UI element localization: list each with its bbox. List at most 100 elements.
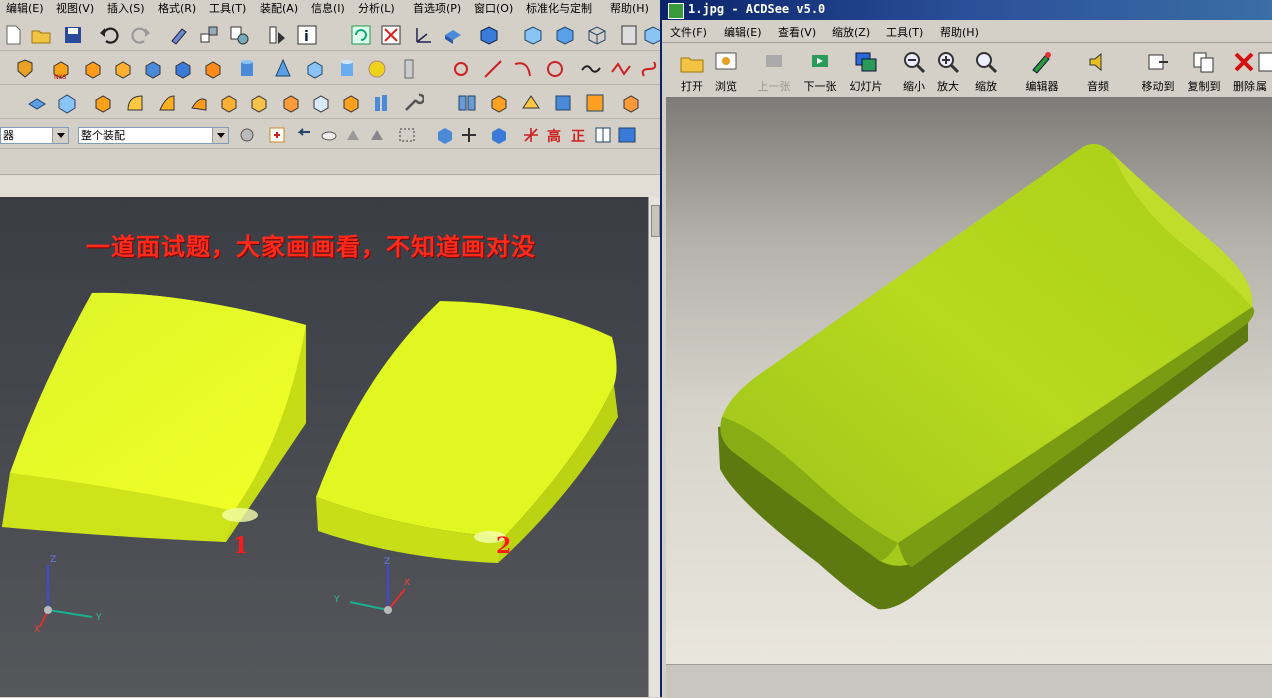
menu-assembly[interactable]: 装配(A) <box>260 0 298 16</box>
undo-icon[interactable] <box>98 24 120 46</box>
arc-icon[interactable] <box>512 58 534 80</box>
view-more-icon[interactable] <box>642 24 660 46</box>
menu-file[interactable]: 文件(F) <box>670 24 707 40</box>
chevron-down-icon[interactable] <box>52 128 68 143</box>
menu-help[interactable]: 帮助(H) <box>610 0 649 16</box>
helix-icon[interactable] <box>638 58 660 80</box>
rectangle-select-icon[interactable] <box>396 124 418 146</box>
menu-help[interactable]: 帮助(H) <box>940 24 979 40</box>
section-view-icon[interactable] <box>592 124 614 146</box>
plus-icon[interactable] <box>458 124 480 146</box>
top-view-icon[interactable]: 高 <box>544 124 566 146</box>
cylinder-icon[interactable] <box>236 58 258 80</box>
info-object-icon[interactable] <box>266 24 288 46</box>
body-select-icon[interactable] <box>366 124 388 146</box>
draft-icon[interactable] <box>188 92 210 114</box>
nx-sketch-icon[interactable]: NXS <box>50 58 72 80</box>
new-file-icon[interactable] <box>2 24 24 46</box>
cylinder-solid-icon[interactable] <box>336 58 358 80</box>
chevron-down-icon[interactable] <box>212 128 228 143</box>
curve-icon[interactable] <box>610 58 632 80</box>
pocket-icon[interactable] <box>202 58 224 80</box>
slideshow-button[interactable]: 幻灯片 <box>844 50 888 94</box>
previous-button[interactable]: 上一张 <box>752 50 796 94</box>
extract-icon[interactable] <box>488 92 510 114</box>
fit-view-icon[interactable] <box>380 24 402 46</box>
copy-to-button[interactable]: 复制到 <box>1182 50 1226 94</box>
block-icon[interactable] <box>304 58 326 80</box>
pattern-icon[interactable] <box>372 92 394 114</box>
move-object-icon[interactable] <box>198 24 220 46</box>
mirror-icon[interactable] <box>456 92 478 114</box>
subtract-icon[interactable] <box>310 92 332 114</box>
intersect-icon[interactable] <box>340 92 362 114</box>
move-to-button[interactable]: 移动到 <box>1136 50 1180 94</box>
menu-view[interactable]: 视图(V) <box>56 0 94 16</box>
menu-insert[interactable]: 插入(S) <box>107 0 145 16</box>
sphere-icon[interactable] <box>366 58 388 80</box>
solid-select-icon[interactable] <box>434 124 456 146</box>
extrude-icon[interactable] <box>82 58 104 80</box>
render-style-icon[interactable] <box>478 24 500 46</box>
information-icon[interactable]: i <box>296 24 318 46</box>
menu-standard[interactable]: 标准化与定制 <box>526 0 592 16</box>
browse-button[interactable]: 浏览 <box>704 50 748 94</box>
shield-icon[interactable] <box>14 58 36 80</box>
instance-icon[interactable] <box>552 92 574 114</box>
model-2[interactable] <box>316 301 618 563</box>
view-front-icon[interactable] <box>554 24 576 46</box>
sew-icon[interactable] <box>248 92 270 114</box>
cone-icon[interactable] <box>272 58 294 80</box>
offset-face-icon[interactable] <box>56 92 78 114</box>
snap-point-icon[interactable] <box>266 124 288 146</box>
circle-icon[interactable] <box>544 58 566 80</box>
transform-icon[interactable] <box>228 24 250 46</box>
refresh-icon[interactable] <box>350 24 372 46</box>
component-icon[interactable] <box>488 124 510 146</box>
audio-button[interactable]: 音频 <box>1076 50 1120 94</box>
redo-icon[interactable] <box>130 24 152 46</box>
unite-icon[interactable] <box>280 92 302 114</box>
blend-icon[interactable] <box>124 92 146 114</box>
next-button[interactable]: 下一张 <box>798 50 842 94</box>
image-view[interactable] <box>666 97 1272 664</box>
menu-analysis[interactable]: 分析(L) <box>358 0 395 16</box>
axis-icon[interactable] <box>520 124 542 146</box>
blend-face-icon[interactable] <box>156 92 178 114</box>
spline-icon[interactable] <box>580 58 602 80</box>
menu-prefs[interactable]: 首选项(P) <box>413 0 461 16</box>
layout-icon[interactable] <box>616 124 638 146</box>
menu-view[interactable]: 查看(V) <box>778 24 816 40</box>
view-iso-icon[interactable] <box>522 24 544 46</box>
boss-icon[interactable] <box>172 58 194 80</box>
revolve-icon[interactable] <box>112 58 134 80</box>
front-view-icon[interactable]: 正 <box>568 124 590 146</box>
line-icon[interactable] <box>482 58 504 80</box>
layer-icon[interactable] <box>618 24 640 46</box>
chamfer-icon[interactable] <box>92 92 114 114</box>
menu-edit[interactable]: 编辑(E) <box>6 0 44 16</box>
open-folder-icon[interactable] <box>30 24 52 46</box>
split-body-icon[interactable] <box>520 92 542 114</box>
feature-select-icon[interactable] <box>342 124 364 146</box>
scroll-thumb[interactable] <box>651 205 660 237</box>
menu-zoom[interactable]: 缩放(Z) <box>832 24 870 40</box>
menu-info[interactable]: 信息(I) <box>311 0 345 16</box>
face-select-icon[interactable] <box>318 124 340 146</box>
graphics-window[interactable]: 一道面试题，大家画画看，不知道画对没 1 2 Z Y X Z Y X <box>0 197 648 697</box>
model-1[interactable] <box>2 292 306 542</box>
editor-button[interactable]: 编辑器 <box>1020 50 1064 94</box>
menu-tools[interactable]: 工具(T) <box>886 24 923 40</box>
trim-body-icon[interactable] <box>26 92 48 114</box>
wrench-icon[interactable] <box>402 92 424 114</box>
menu-format[interactable]: 格式(R) <box>158 0 196 16</box>
shell-icon[interactable] <box>218 92 240 114</box>
edit-object-icon[interactable] <box>168 24 190 46</box>
viewport-scrollbar[interactable] <box>648 197 660 697</box>
emboss-icon[interactable] <box>584 92 606 114</box>
save-icon[interactable] <box>62 24 84 46</box>
zoom-button[interactable]: 缩放 <box>964 50 1008 94</box>
sheet-body-icon[interactable] <box>620 92 642 114</box>
thread-icon[interactable] <box>398 58 420 80</box>
menu-tools[interactable]: 工具(T) <box>209 0 246 16</box>
